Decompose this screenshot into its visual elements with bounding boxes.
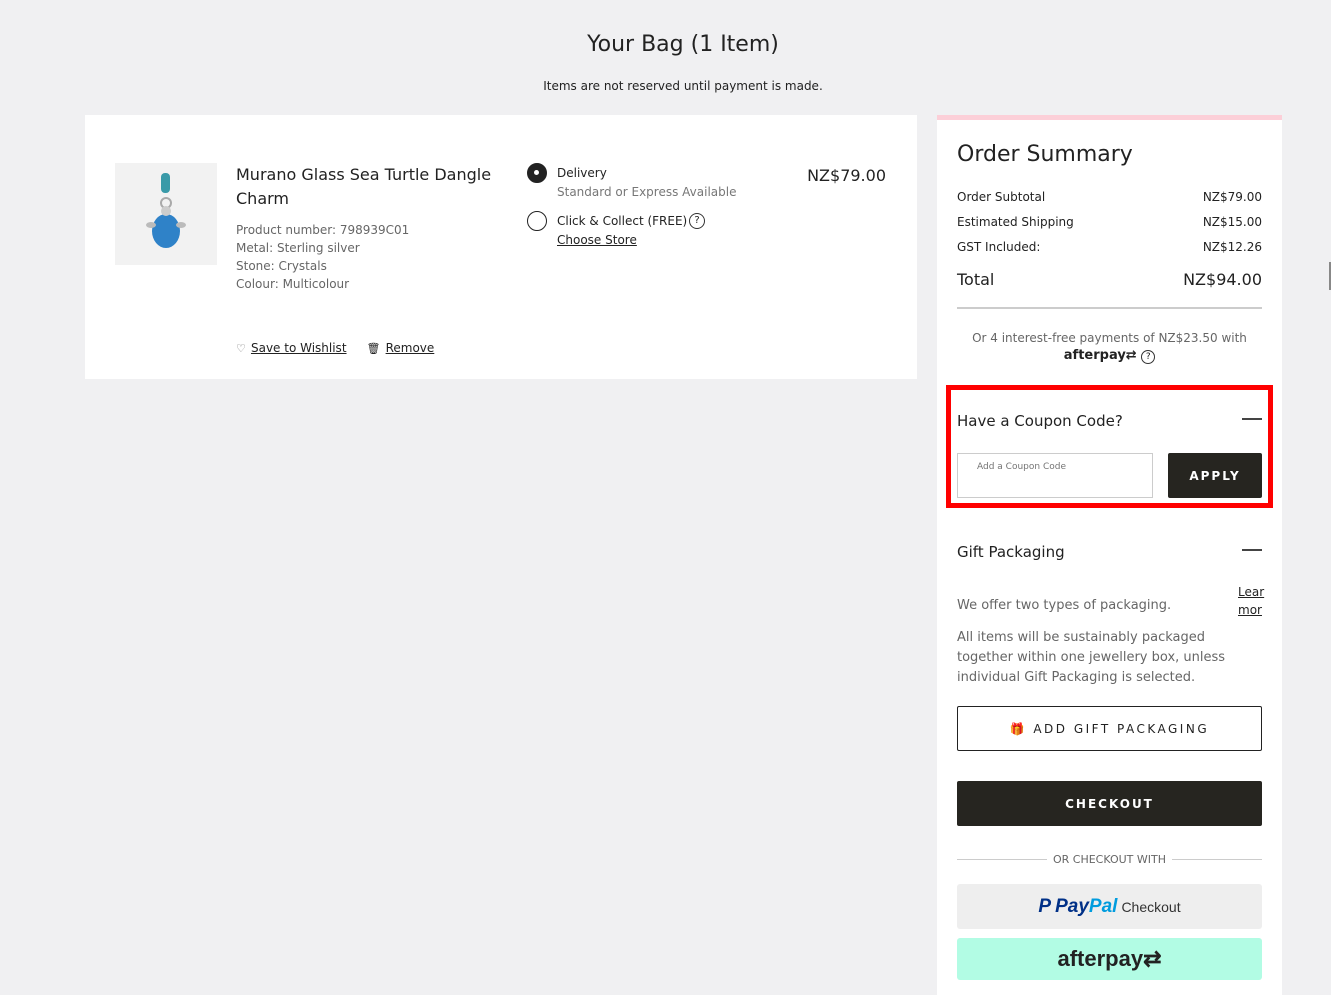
add-gift-packaging-button[interactable]: 🎁 ADD GIFT PACKAGING bbox=[957, 706, 1262, 751]
afterpay-info[interactable]: afterpay⇄ ? bbox=[957, 348, 1262, 364]
checkout-button[interactable]: CHECKOUT bbox=[957, 781, 1262, 826]
gift-packaging-intro: We offer two types of packaging. bbox=[957, 598, 1172, 613]
subtotal-row: Order Subtotal NZ$79.00 bbox=[957, 190, 1262, 204]
click-collect-label: Click & Collect (FREE) bbox=[557, 214, 688, 228]
paypal-logo-pal: Pal bbox=[1088, 895, 1118, 917]
gift-packaging-desc: All items will be sustainably packaged t… bbox=[957, 630, 1226, 685]
afterpay-arrows-icon: ⇄ bbox=[1143, 946, 1162, 971]
delivery-desc: Standard or Express Available bbox=[557, 185, 737, 199]
product-metal: Metal: Sterling silver bbox=[236, 241, 360, 255]
afterpay-checkout-button[interactable]: afterpay ⇄ bbox=[957, 938, 1262, 980]
delivery-radio[interactable] bbox=[527, 163, 547, 183]
paypal-checkout-button[interactable]: P PayPal Checkout bbox=[957, 884, 1262, 929]
gift-packaging-title[interactable]: Gift Packaging bbox=[957, 543, 1065, 561]
divider bbox=[957, 307, 1262, 309]
button-label: ADD GIFT PACKAGING bbox=[1033, 721, 1210, 736]
product-image[interactable] bbox=[115, 163, 217, 265]
heart-icon: ♡ bbox=[236, 342, 246, 355]
learn-more-link-2[interactable]: mor bbox=[1238, 603, 1262, 617]
total-row: Total NZ$94.00 bbox=[957, 270, 1262, 289]
help-icon[interactable]: ? bbox=[1141, 350, 1156, 364]
collapse-minus-icon[interactable] bbox=[1242, 418, 1262, 420]
or-label: OR CHECKOUT WITH bbox=[1052, 853, 1167, 866]
paypal-logo-pay: Pay bbox=[1055, 895, 1089, 917]
order-summary-title: Order Summary bbox=[957, 142, 1133, 167]
afterpay-arrows-icon: ⇄ bbox=[1125, 348, 1137, 363]
product-colour: Colour: Multicolour bbox=[236, 277, 350, 291]
row-value: NZ$15.00 bbox=[1202, 215, 1262, 229]
reservation-note: Items are not reserved until payment is … bbox=[543, 79, 823, 93]
row-value: NZ$12.26 bbox=[1202, 240, 1262, 254]
choose-store-link[interactable]: Choose Store bbox=[557, 233, 637, 247]
afterpay-logo: afterpay bbox=[1057, 946, 1144, 971]
trash-icon: 🗑 bbox=[366, 342, 381, 355]
gst-row: GST Included: NZ$12.26 bbox=[957, 240, 1262, 254]
coupon-title[interactable]: Have a Coupon Code? bbox=[957, 412, 1123, 430]
bag-item-card: Murano Glass Sea Turtle Dangle Charm Pro… bbox=[85, 115, 917, 379]
product-number: Product number: 798939C01 bbox=[236, 223, 410, 237]
click-collect-radio[interactable] bbox=[527, 211, 547, 231]
save-to-wishlist-link[interactable]: ♡ Save to Wishlist bbox=[236, 337, 347, 356]
apply-button[interactable]: APPLY bbox=[1168, 453, 1262, 498]
gift-icon: 🎁 bbox=[1009, 721, 1028, 736]
help-icon[interactable]: ? bbox=[689, 213, 705, 229]
row-value: NZ$79.00 bbox=[1202, 190, 1262, 204]
shipping-row: Estimated Shipping NZ$15.00 bbox=[957, 215, 1262, 229]
learn-more-link[interactable]: Lear bbox=[1238, 585, 1264, 599]
total-value: NZ$94.00 bbox=[1183, 270, 1262, 289]
afterpay-logo: afterpay bbox=[1063, 348, 1126, 363]
order-summary-panel: Order Summary Order Subtotal NZ$79.00 Est… bbox=[937, 115, 1282, 995]
afterpay-installments-text: Or 4 interest-free payments of NZ$23.50 … bbox=[972, 331, 1247, 345]
collapse-minus-icon[interactable] bbox=[1242, 549, 1262, 551]
product-stone: Stone: Crystals bbox=[236, 259, 327, 273]
turtle-charm-image bbox=[146, 173, 186, 248]
coupon-input[interactable] bbox=[957, 453, 1153, 498]
paypal-checkout-label: Checkout bbox=[1121, 898, 1181, 915]
or-checkout-with-divider: OR CHECKOUT WITH bbox=[957, 853, 1262, 866]
row-label: GST Included: bbox=[957, 240, 1041, 254]
delivery-label: Delivery bbox=[557, 166, 607, 180]
product-name[interactable]: Murano Glass Sea Turtle Dangle Charm bbox=[236, 163, 496, 211]
item-price: NZ$79.00 bbox=[807, 166, 886, 185]
total-label: Total bbox=[957, 270, 995, 289]
row-label: Order Subtotal bbox=[957, 190, 1046, 204]
row-label: Estimated Shipping bbox=[957, 215, 1074, 229]
paypal-icon: P bbox=[1038, 895, 1052, 917]
page-title: Your Bag (1 Item) bbox=[587, 32, 779, 57]
remove-link[interactable]: 🗑 Remove bbox=[367, 337, 435, 356]
